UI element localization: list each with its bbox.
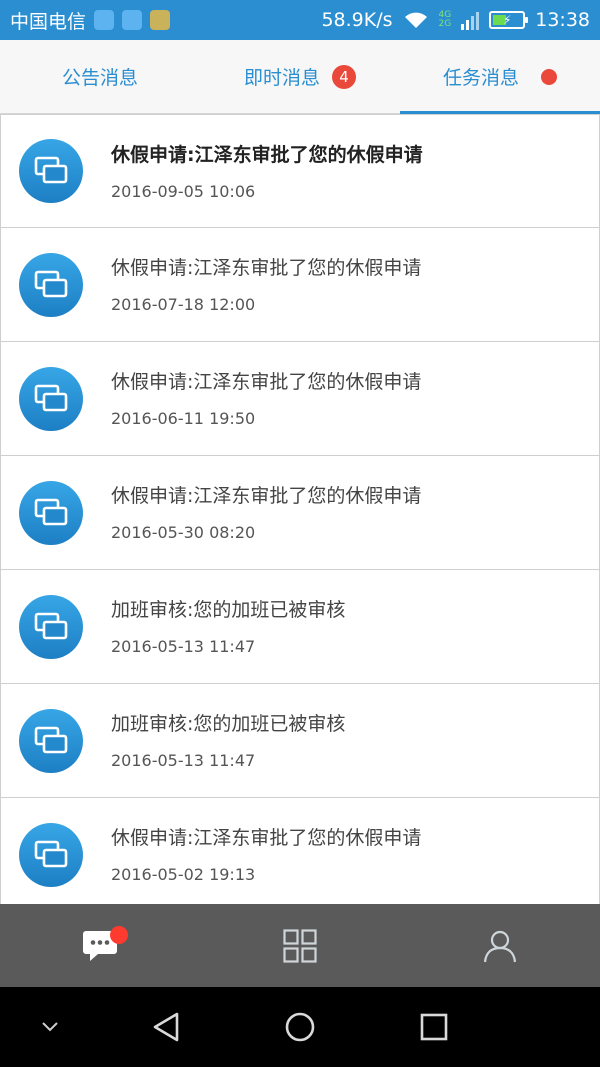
unread-dot: [110, 926, 128, 944]
message-icon: [19, 594, 83, 659]
message-icon: [19, 822, 83, 887]
unread-dot: [541, 68, 557, 85]
tab-label: 任务消息: [442, 67, 519, 89]
tab-label: 公告消息: [61, 67, 138, 89]
system-hide-button[interactable]: [36, 1013, 64, 1041]
list-item[interactable]: 休假申请:江泽东审批了您的休假申请 2016-05-02 19:13: [0, 798, 600, 904]
app-notification-icon: [150, 10, 171, 30]
message-time: 2016-07-18 12:00: [111, 295, 256, 314]
network-type: 4G 2G: [439, 11, 452, 29]
message-title: 加班审核:您的加班已被审核: [111, 599, 346, 621]
location-icon: [94, 10, 115, 30]
home-circle-icon: [285, 1012, 315, 1042]
message-title: 休假申请:江泽东审批了您的休假申请: [111, 371, 422, 393]
back-triangle-icon: [153, 1012, 179, 1042]
nav-messages[interactable]: [0, 904, 200, 987]
wifi-icon: [404, 12, 427, 28]
message-title: 休假申请:江泽东审批了您的休假申请: [111, 257, 422, 279]
tab-task-messages[interactable]: 任务消息: [400, 40, 600, 114]
list-item[interactable]: 休假申请:江泽东审批了您的休假申请 2016-06-11 19:50: [0, 342, 600, 456]
message-icon: [19, 708, 83, 773]
system-recents-button[interactable]: [414, 1007, 454, 1047]
status-bar: 中国电信 58.9K/s 4G 2G ⚡ 13:38: [0, 0, 600, 40]
message-tabs: 公告消息 即时消息 4 任务消息: [0, 40, 600, 114]
system-nav-bar: [0, 987, 600, 1067]
battery-icon: ⚡: [489, 11, 529, 29]
signal-icon: [461, 12, 480, 30]
list-item[interactable]: 休假申请:江泽东审批了您的休假申请 2016-05-30 08:20: [0, 456, 600, 570]
message-title: 休假申请:江泽东审批了您的休假申请: [111, 485, 422, 507]
message-time: 2016-05-30 08:20: [111, 523, 256, 542]
tab-label: 即时消息: [243, 67, 320, 89]
nav-profile[interactable]: [400, 904, 600, 987]
tab-announcements[interactable]: 公告消息: [0, 40, 200, 113]
message-icon: [19, 366, 83, 431]
chevron-down-icon: [42, 1022, 58, 1032]
unread-count-badge: 4: [332, 64, 356, 89]
tab-instant-messages[interactable]: 即时消息 4: [200, 40, 400, 113]
message-time: 2016-05-13 11:47: [111, 751, 256, 770]
list-item[interactable]: 休假申请:江泽东审批了您的休假申请 2016-09-05 10:06: [0, 114, 600, 228]
message-time: 2016-05-02 19:13: [111, 865, 256, 884]
system-back-button[interactable]: [146, 1007, 186, 1047]
user-icon: [483, 930, 517, 962]
message-icon: [19, 480, 83, 545]
message-title: 休假申请:江泽东审批了您的休假申请: [111, 143, 423, 166]
grid-icon: [283, 928, 317, 963]
list-item[interactable]: 休假申请:江泽东审批了您的休假申请 2016-07-18 12:00: [0, 228, 600, 342]
message-icon: [19, 139, 83, 203]
android-icon: [122, 10, 143, 30]
system-home-button[interactable]: [280, 1007, 320, 1047]
message-time: 2016-06-11 19:50: [111, 409, 256, 428]
network-speed: 58.9K/s: [321, 9, 393, 31]
list-item[interactable]: 加班审核:您的加班已被审核 2016-05-13 11:47: [0, 684, 600, 798]
network-type-2g: 2G: [438, 19, 452, 29]
bottom-nav: [0, 904, 600, 987]
nav-apps[interactable]: [200, 904, 400, 987]
message-list: 休假申请:江泽东审批了您的休假申请 2016-09-05 10:06 休假申请:…: [0, 114, 600, 904]
message-title: 休假申请:江泽东审批了您的休假申请: [111, 827, 422, 849]
message-time: 2016-09-05 10:06: [111, 181, 256, 201]
clock: 13:38: [535, 9, 590, 31]
message-time: 2016-05-13 11:47: [111, 637, 256, 656]
carrier-label: 中国电信: [10, 10, 87, 33]
list-item[interactable]: 加班审核:您的加班已被审核 2016-05-13 11:47: [0, 570, 600, 684]
message-title: 加班审核:您的加班已被审核: [111, 713, 346, 735]
recents-square-icon: [420, 1013, 448, 1041]
message-icon: [19, 252, 83, 317]
